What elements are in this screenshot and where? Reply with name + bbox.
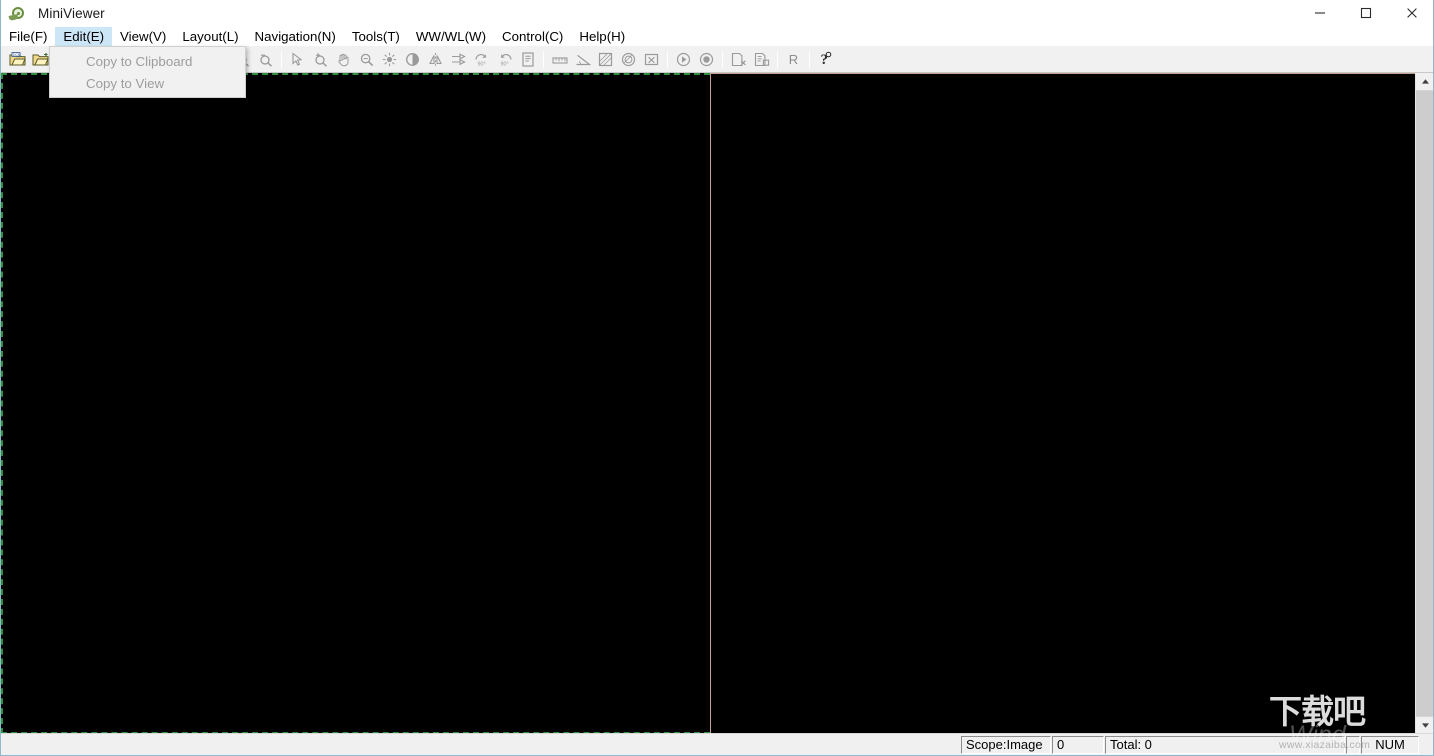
status-scope-value: 0 — [1052, 735, 1104, 754]
toolbar-separator — [777, 50, 778, 68]
miniviewer-window: MiniViewer File(F) Edit(E) View(V) Layou… — [0, 0, 1434, 756]
toolbar-separator — [281, 50, 282, 68]
menu-help[interactable]: Help(H) — [571, 27, 633, 46]
close-button[interactable] — [1389, 0, 1433, 27]
status-bar: Scope:Image 0 Total: 0 NUM — [1, 733, 1433, 755]
status-total-label: Total: 0 — [1105, 735, 1345, 754]
roi-ellipse-icon[interactable] — [617, 48, 640, 71]
status-scope-label: Scope:Image — [961, 735, 1051, 754]
help-question-icon[interactable]: ? — [814, 48, 837, 71]
measure-ruler-icon[interactable] — [548, 48, 571, 71]
menu-edit[interactable]: Edit(E) — [55, 27, 113, 46]
svg-text:DCM: DCM — [13, 52, 21, 56]
measure-angle-icon[interactable] — [571, 48, 594, 71]
toolbar-separator — [722, 50, 723, 68]
contrast-icon[interactable] — [401, 48, 424, 71]
menu-tools[interactable]: Tools(T) — [344, 27, 408, 46]
svg-text:?: ? — [821, 52, 829, 67]
toolbar-separator — [809, 50, 810, 68]
brightness-icon[interactable] — [378, 48, 401, 71]
play-cine-icon[interactable] — [672, 48, 695, 71]
svg-text:90°: 90° — [500, 61, 508, 66]
viewport-vertical-scrollbar[interactable] — [1415, 73, 1433, 734]
menu-item-copy-to-clipboard[interactable]: Copy to Clipboard — [50, 50, 245, 72]
image-pane-right[interactable] — [710, 73, 1417, 734]
pan-hand-icon[interactable] — [332, 48, 355, 71]
export-page-icon[interactable] — [750, 48, 773, 71]
status-num-indicator: NUM — [1361, 735, 1419, 754]
reset-image-label: R — [788, 51, 799, 67]
menu-navigation[interactable]: Navigation(N) — [247, 27, 344, 46]
flip-vertical-icon[interactable] — [447, 48, 470, 71]
roi-rectangle-icon[interactable] — [594, 48, 617, 71]
menu-bar: File(F) Edit(E) View(V) Layout(L) Naviga… — [1, 27, 1433, 46]
magnifier-icon[interactable] — [355, 48, 378, 71]
clear-annotation-icon[interactable] — [640, 48, 663, 71]
menu-item-copy-to-view[interactable]: Copy to View — [50, 72, 245, 94]
maximize-button[interactable] — [1343, 0, 1389, 27]
scrollbar-track[interactable] — [1416, 91, 1433, 716]
rotate-right-90-icon[interactable]: 90° — [493, 48, 516, 71]
title-bar: MiniViewer — [1, 0, 1433, 27]
menu-wwwl[interactable]: WW/WL(W) — [408, 27, 494, 46]
menu-control[interactable]: Control(C) — [494, 27, 571, 46]
image-viewport-container — [1, 73, 1433, 734]
zoom-out-icon[interactable] — [254, 48, 277, 71]
miniviewer-logo-icon — [8, 3, 30, 23]
flip-horizontal-icon[interactable] — [424, 48, 447, 71]
window-title: MiniViewer — [38, 5, 105, 21]
minimize-button[interactable] — [1297, 0, 1343, 27]
reset-image-icon[interactable]: R — [782, 48, 805, 71]
rotate-left-90-icon[interactable]: 90° — [470, 48, 493, 71]
scroll-up-icon[interactable] — [1416, 73, 1433, 91]
menu-file[interactable]: File(F) — [1, 27, 55, 46]
stop-cine-icon[interactable] — [695, 48, 718, 71]
menu-layout[interactable]: Layout(L) — [174, 27, 246, 46]
scroll-down-icon[interactable] — [1416, 716, 1433, 734]
status-spacer-cell — [1346, 735, 1360, 754]
menu-view[interactable]: View(V) — [112, 27, 174, 46]
zoom-tool-icon[interactable] — [309, 48, 332, 71]
svg-text:90°: 90° — [477, 61, 485, 66]
select-cursor-icon[interactable] — [286, 48, 309, 71]
edit-dropdown-menu: Copy to Clipboard Copy to View — [49, 46, 246, 98]
image-pane-left[interactable] — [1, 73, 710, 734]
toolbar-separator — [543, 50, 544, 68]
toolbar-separator — [667, 50, 668, 68]
delete-page-icon[interactable] — [727, 48, 750, 71]
image-info-icon[interactable] — [516, 48, 539, 71]
open-dicom-folder-icon[interactable]: DCM — [6, 48, 29, 71]
